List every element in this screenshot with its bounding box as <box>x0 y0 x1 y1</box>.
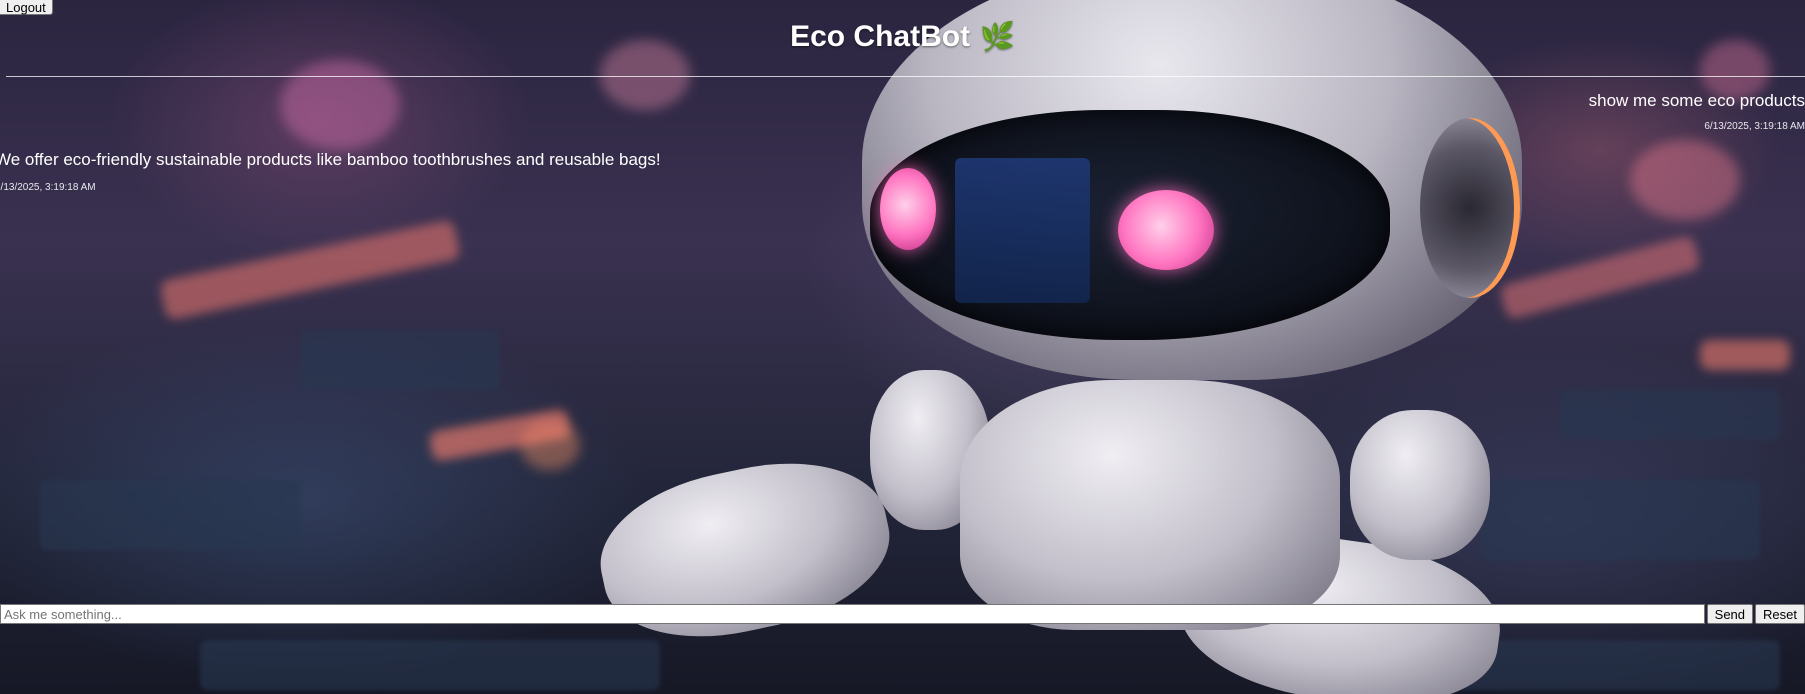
background-image <box>0 0 1805 694</box>
light-streak <box>1700 340 1790 370</box>
message-text: show me some eco products <box>1588 91 1805 110</box>
page-title: Eco ChatBot 🌿 <box>0 20 1805 54</box>
circuit-chip <box>1400 640 1780 690</box>
message-timestamp: 6/13/2025, 3:19:18 AM <box>0 182 96 193</box>
bokeh-light <box>1630 140 1740 220</box>
light-streak <box>1498 234 1702 321</box>
chat-input[interactable] <box>0 604 1705 624</box>
chat-composer: Send Reset <box>0 604 1805 624</box>
leaf-icon: 🌿 <box>980 21 1015 52</box>
page-title-text: Eco ChatBot <box>790 20 971 53</box>
circuit-chip <box>1480 480 1760 560</box>
send-button[interactable]: Send <box>1706 604 1754 624</box>
reset-button[interactable]: Reset <box>1755 604 1805 624</box>
bokeh-light <box>280 60 400 150</box>
message-timestamp: 6/13/2025, 3:19:18 AM <box>1704 121 1805 132</box>
circuit-chip <box>300 330 500 390</box>
chat-message-bot: We offer eco-friendly sustainable produc… <box>0 150 661 193</box>
circuit-chip <box>40 480 300 550</box>
message-text: We offer eco-friendly sustainable produc… <box>0 150 661 169</box>
logout-button[interactable]: Logout <box>0 0 53 15</box>
light-streak <box>159 219 461 321</box>
circuit-chip <box>200 640 660 690</box>
header-divider <box>6 76 1805 77</box>
circuit-chip <box>1560 390 1780 440</box>
chat-message-user: show me some eco products 6/13/2025, 3:1… <box>1589 91 1805 132</box>
